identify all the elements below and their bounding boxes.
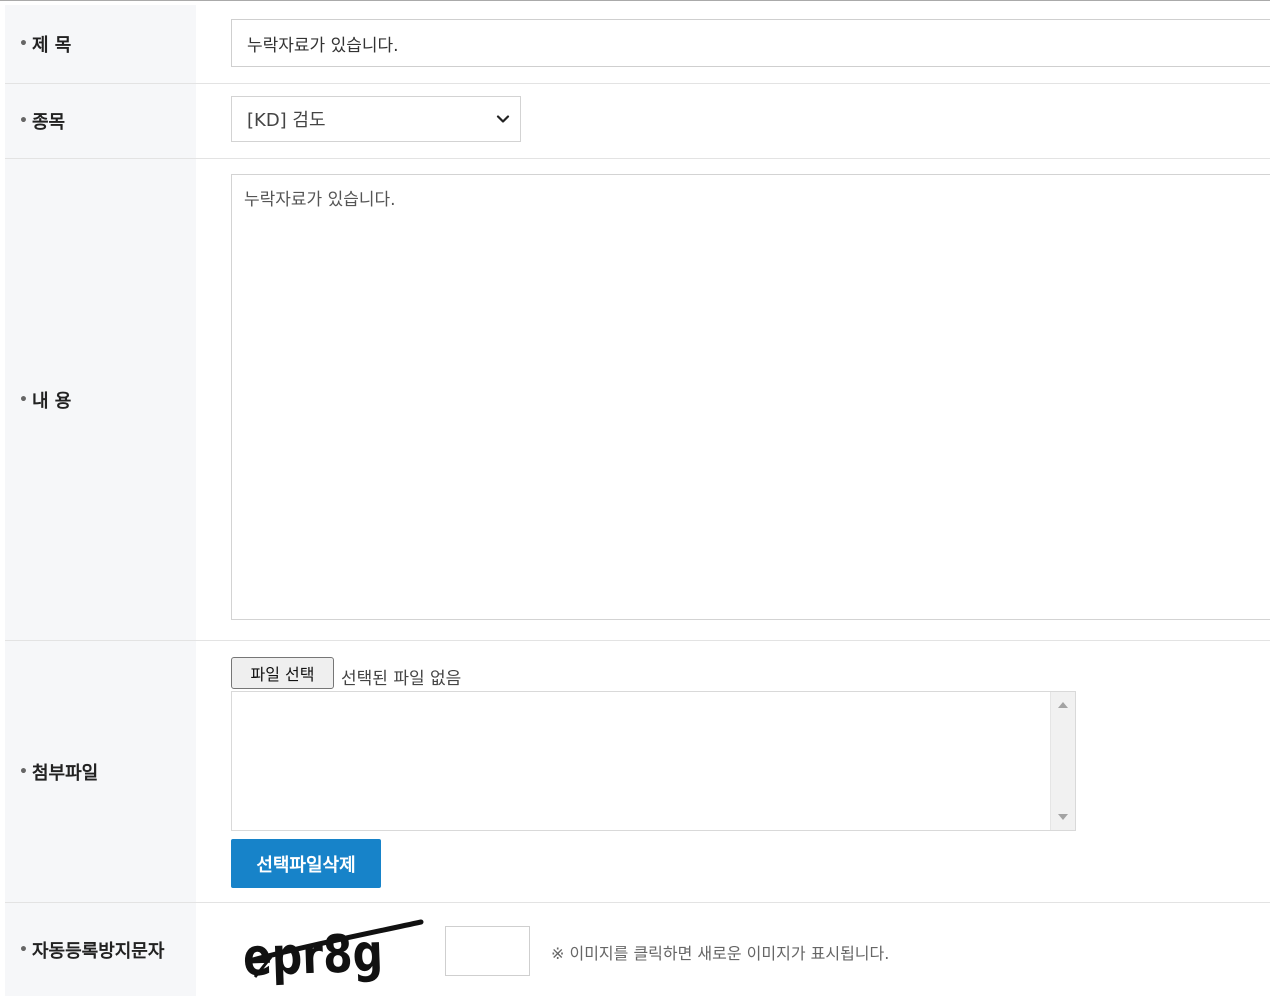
bullet-icon: • — [19, 113, 28, 129]
subject-label-cell: • 제 목 — [5, 5, 196, 83]
attachment-label: 첨부파일 — [31, 762, 99, 784]
subject-row: • 제 목 — [5, 5, 1270, 84]
scroll-up-arrow-icon[interactable] — [1058, 702, 1068, 708]
captcha-value-cell: epr8g ※ 이미지를 클릭하면 새로운 이미지가 표시됩니다. — [196, 903, 1270, 996]
captcha-label-cell: • 자동등록방지문자 — [5, 903, 196, 996]
post-form: • 제 목 • 종목 [KD] 검도 • 내 용 누락자료가 있습니다. — [0, 0, 1270, 996]
category-selected-value: [KD] 검도 — [247, 110, 326, 131]
captcha-hint-text: ※ 이미지를 클릭하면 새로운 이미지가 표시됩니다. — [551, 944, 890, 963]
category-value-cell: [KD] 검도 — [196, 84, 1270, 158]
file-status-text: 선택된 파일 없음 — [341, 669, 462, 689]
subject-value-cell — [196, 5, 1270, 83]
category-row: • 종목 [KD] 검도 — [5, 84, 1270, 159]
bullet-icon: • — [19, 36, 28, 52]
content-row: • 내 용 누락자료가 있습니다. — [5, 159, 1270, 641]
attachment-value-cell: 파일 선택 선택된 파일 없음 선택파일삭제 — [196, 641, 1270, 902]
scroll-down-arrow-icon[interactable] — [1058, 814, 1068, 820]
chevron-down-icon — [496, 115, 510, 123]
captcha-row: • 자동등록방지문자 epr8g ※ 이미지를 클릭하면 새로운 이미지가 표시… — [5, 903, 1270, 996]
file-list-scrollbar[interactable] — [1050, 692, 1075, 830]
choose-file-button[interactable]: 파일 선택 — [231, 657, 334, 689]
content-label-cell: • 내 용 — [5, 159, 196, 640]
subject-input[interactable] — [231, 19, 1270, 67]
attachment-file-list[interactable] — [231, 691, 1076, 831]
category-label-cell: • 종목 — [5, 84, 196, 158]
captcha-input[interactable] — [445, 926, 530, 976]
category-select[interactable]: [KD] 검도 — [231, 96, 521, 142]
category-label: 종목 — [31, 112, 66, 133]
attachment-label-cell: • 첨부파일 — [5, 641, 196, 902]
content-value-cell: 누락자료가 있습니다. — [196, 159, 1270, 640]
content-textarea[interactable]: 누락자료가 있습니다. — [231, 174, 1270, 620]
captcha-label: 자동등록방지문자 — [31, 940, 165, 962]
content-label: 내 용 — [31, 390, 72, 412]
captcha-image[interactable]: epr8g — [241, 917, 426, 987]
bullet-icon: • — [19, 391, 28, 408]
delete-selected-file-button[interactable]: 선택파일삭제 — [231, 839, 381, 888]
bullet-icon: • — [19, 941, 28, 958]
attachment-row: • 첨부파일 파일 선택 선택된 파일 없음 선택파일삭제 — [5, 641, 1270, 903]
subject-label: 제 목 — [31, 35, 72, 56]
bullet-icon: • — [19, 763, 28, 780]
